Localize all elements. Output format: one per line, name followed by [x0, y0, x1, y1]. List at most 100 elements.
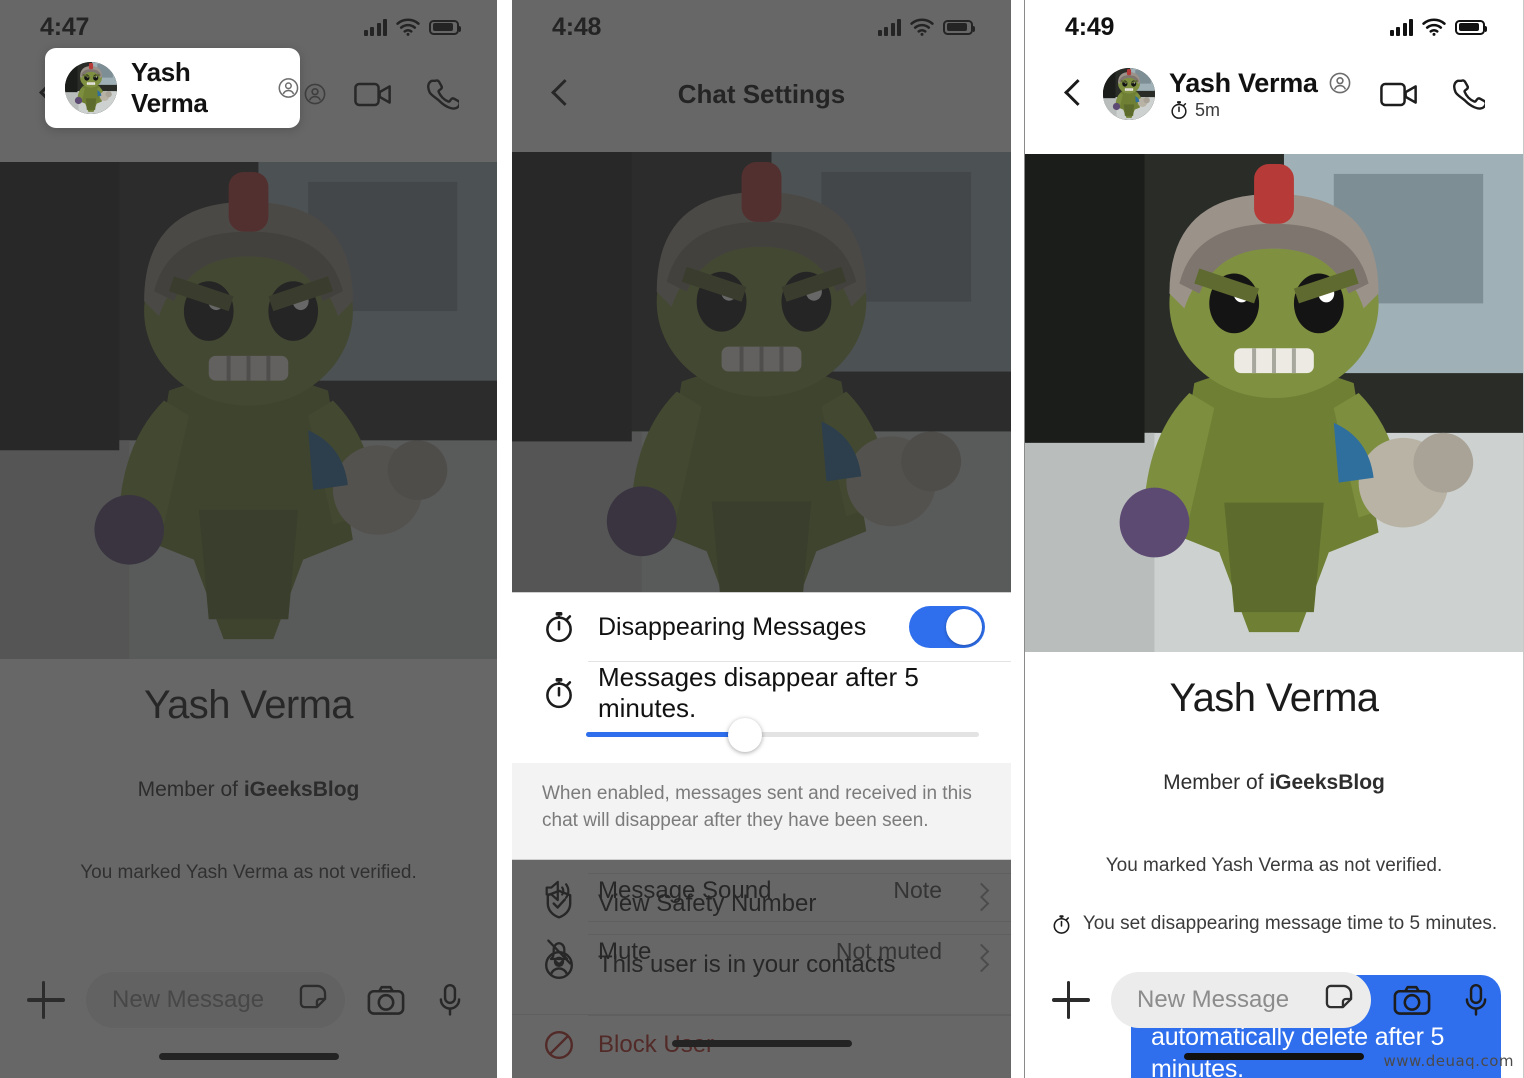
settings-row-value: Note	[893, 877, 942, 903]
attach-plus-icon[interactable]	[1049, 978, 1093, 1022]
member-group: iGeeksBlog	[243, 778, 360, 801]
message-input[interactable]: New Message	[86, 972, 345, 1028]
panel-chat-screen-1: 4:47 Yash Verma Member of iGeeksBlog You…	[0, 0, 497, 1078]
settings-row-value: Not muted	[835, 938, 942, 964]
member-line: Member of iGeeksBlog	[1025, 771, 1523, 795]
screenshot-stage: 4:47 Yash Verma Member of iGeeksBlog You…	[0, 0, 1524, 1078]
slider-fill	[586, 732, 746, 737]
system-note-timer: You set disappearing message time to 5 m…	[1025, 913, 1523, 935]
sticker-icon[interactable]	[297, 982, 329, 1019]
home-indicator	[671, 1040, 852, 1047]
battery-icon	[429, 19, 461, 35]
wifi-icon	[910, 18, 934, 36]
contact-badge-icon	[303, 82, 327, 106]
battery-icon	[943, 19, 975, 35]
settings-row-message-sound[interactable]: Message Sound Note	[512, 860, 1011, 921]
system-note-timer-text: You set disappearing message time to 5 m…	[1082, 913, 1498, 934]
panel-chat-settings: 4:48 Chat Settings Yash Verma	[512, 0, 1011, 1078]
disappear-duration-slider[interactable]	[512, 717, 1011, 763]
profile-block: Yash Verma Member of iGeeksBlog You mark…	[1025, 154, 1523, 935]
bell-slash-icon	[542, 935, 576, 969]
highlight-peer-header-card[interactable]: Yash Verma	[45, 48, 300, 128]
panel-chat-screen-2: 4:49 Yash Verma 5m Yash Verma Member of …	[1024, 0, 1524, 1078]
disappearing-messages-toggle-row[interactable]: Disappearing Messages	[512, 593, 1011, 661]
status-icons	[1389, 18, 1487, 36]
camera-icon[interactable]	[1389, 977, 1435, 1023]
disappearing-messages-card: Disappearing Messages Messages disappear…	[512, 592, 1011, 860]
status-icons	[877, 18, 975, 36]
microphone-icon[interactable]	[1453, 977, 1499, 1023]
peer-name: Yash Verma	[131, 57, 208, 118]
contact-avatar	[65, 62, 117, 114]
settings-row-mute[interactable]: Mute Not muted	[512, 921, 1011, 982]
contact-badge-icon	[277, 76, 300, 100]
message-input-placeholder: New Message	[1137, 986, 1290, 1013]
nav-actions	[354, 78, 465, 111]
chat-navbar: Yash Verma 5m	[1025, 54, 1523, 134]
disappearing-messages-description: When enabled, messages sent and received…	[512, 763, 1011, 859]
home-indicator	[158, 1053, 339, 1060]
contact-badge-icon	[1328, 71, 1352, 95]
settings-row-label: Message Sound	[598, 876, 772, 904]
home-indicator	[1184, 1053, 1364, 1060]
block-icon	[542, 1028, 576, 1062]
status-clock: 4:49	[1065, 12, 1115, 41]
video-call-icon[interactable]	[354, 80, 392, 109]
status-bar: 4:47	[0, 0, 497, 54]
voice-call-icon[interactable]	[1452, 78, 1485, 111]
peer-name: Yash Verma	[1169, 67, 1318, 98]
profile-avatar[interactable]	[0, 162, 497, 659]
attach-plus-icon[interactable]	[24, 978, 68, 1022]
member-group: iGeeksBlog	[1269, 771, 1385, 794]
status-clock: 4:47	[40, 12, 90, 41]
settings-group-bottom: Message Sound Note Mute Not muted Block …	[512, 860, 1011, 1075]
microphone-icon[interactable]	[427, 977, 473, 1023]
disappearing-timer-badge: 5m	[1169, 100, 1352, 121]
message-composer: New Message	[0, 950, 497, 1078]
peer-header[interactable]: Yash Verma 5m	[1103, 68, 1352, 121]
slider-knob[interactable]	[728, 717, 763, 752]
site-watermark: www.deuaq.com	[1383, 1052, 1514, 1070]
contact-avatar	[1103, 68, 1155, 120]
status-bar: 4:48	[512, 0, 1011, 54]
disappearing-timer-value: 5m	[1195, 99, 1221, 120]
cellular-bars-icon	[1389, 18, 1413, 36]
system-note-verified: You marked Yash Verma as not verified.	[1105, 855, 1443, 876]
cellular-bars-icon	[363, 18, 387, 36]
disappear-duration-label: Messages disappear after 5 minutes.	[598, 662, 919, 723]
stopwatch-icon	[1051, 914, 1072, 935]
status-bar: 4:49	[1025, 0, 1523, 54]
stopwatch-icon	[1169, 100, 1189, 120]
stopwatch-icon	[542, 676, 576, 710]
nav-actions	[1380, 78, 1491, 111]
profile-name: Yash Verma	[144, 683, 354, 727]
slider-track	[586, 717, 979, 752]
wifi-icon	[396, 18, 420, 36]
back-chevron-icon[interactable]	[1057, 77, 1091, 111]
status-icons	[363, 18, 461, 36]
stopwatch-icon	[542, 610, 576, 644]
back-chevron-icon[interactable]	[544, 77, 578, 111]
video-call-icon[interactable]	[1380, 80, 1418, 109]
disappear-duration-row: Messages disappear after 5 minutes.	[512, 662, 1011, 724]
system-note-verified: You marked Yash Verma as not verified.	[80, 862, 417, 883]
message-input[interactable]: New Message	[1111, 972, 1371, 1028]
chevron-right-icon	[973, 943, 990, 960]
battery-icon	[1455, 19, 1487, 35]
profile-avatar[interactable]	[512, 152, 1011, 651]
sticker-icon[interactable]	[1323, 982, 1355, 1019]
disappearing-messages-toggle[interactable]	[909, 606, 985, 648]
message-input-placeholder: New Message	[112, 986, 265, 1013]
chevron-right-icon	[973, 882, 990, 899]
voice-call-icon[interactable]	[426, 78, 459, 111]
profile-avatar[interactable]	[1025, 154, 1523, 652]
camera-icon[interactable]	[363, 977, 409, 1023]
member-line: Member of iGeeksBlog	[0, 778, 497, 802]
wifi-icon	[1422, 18, 1446, 36]
disappearing-messages-label: Disappearing Messages	[598, 612, 867, 641]
settings-navbar: Chat Settings	[512, 54, 1011, 134]
page-title: Chat Settings	[677, 78, 846, 109]
member-prefix: Member of	[1163, 771, 1270, 794]
cellular-bars-icon	[877, 18, 901, 36]
profile-block: Yash Verma Member of iGeeksBlog You mark…	[0, 162, 497, 884]
